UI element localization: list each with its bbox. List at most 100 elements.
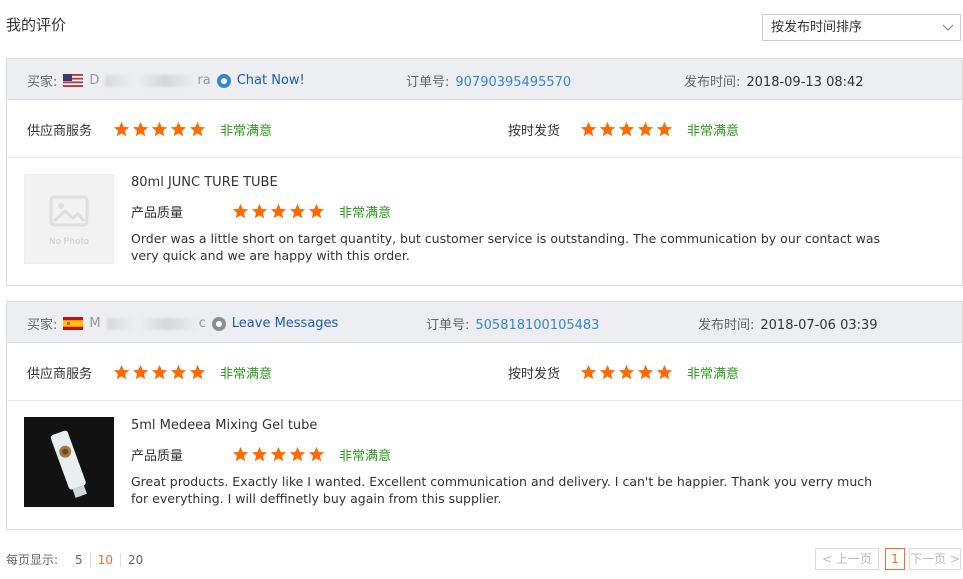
buyer-name-blurred [106,317,197,330]
star-icon [251,446,268,462]
es-flag-icon [63,317,84,330]
product-quality-label: 产品质量 [131,449,184,464]
star-icon [232,203,249,219]
product-photo [24,417,114,507]
order-info: 订单号: 505818100105483 [426,314,599,333]
page-title: 我的评价 [6,16,67,34]
star-icon [151,364,168,380]
product-quality-rating: 产品质量 非常满意 [131,202,391,221]
order-label: 订单号: [406,75,450,90]
pagination: < 上一页 1 下一页 > [815,548,961,570]
star-icon [113,121,130,137]
us-flag-icon [63,74,84,87]
star-icon [189,121,206,137]
star-rating [580,364,673,381]
supplier-service-rating: 供应商服务 非常满意 [27,120,272,139]
star-icon [308,446,325,462]
chevron-down-icon [942,24,954,31]
delivery-label: 按时发货 [508,367,561,382]
next-page-button[interactable]: 下一页 > [909,548,961,570]
star-icon [289,446,306,462]
star-icon [656,364,673,380]
star-rating [113,364,206,381]
buyer-name-blurred [105,74,196,87]
buyer-info: 买家: M c Leave Messages [27,314,338,333]
star-icon [170,364,187,380]
review-header: 买家: M c Leave Messages 订单号: 5058181001054… [7,302,962,343]
per-page-option-5[interactable]: 5 [68,553,90,567]
seller-ratings-row: 供应商服务 非常满意 按时发货 非常满意 [7,100,962,158]
star-icon [270,446,287,462]
chat-icon[interactable] [216,73,231,88]
product-thumbnail[interactable]: No Photo [24,174,114,264]
sort-selected-value: 按发布时间排序 [771,20,863,35]
star-icon [289,203,306,219]
product-quality-rating: 产品质量 非常满意 [131,445,391,464]
star-icon [232,446,249,462]
star-rating [113,121,206,138]
star-icon [151,121,168,137]
star-icon [251,203,268,219]
per-page-option-10[interactable]: 10 [89,552,120,567]
star-icon [637,364,654,380]
order-number-link[interactable]: 505818100105483 [475,318,599,333]
publish-label: 发布时间: [698,318,755,333]
product-name[interactable]: 80ml JUNC TURE TUBE [131,175,278,190]
review-comment: Order was a little short on target quant… [131,231,881,263]
publish-info: 发布时间: 2018-07-06 03:39 [698,314,878,333]
product-quality-label: 产品质量 [131,206,184,221]
product-name[interactable]: 5ml Medeea Mixing Gel tube [131,418,317,433]
per-page-option-20[interactable]: 20 [119,552,150,567]
per-page-label: 每页显示: [6,553,59,567]
buyer-label: 买家: [27,318,58,333]
star-icon [132,121,149,137]
leave-messages-link[interactable]: Leave Messages [232,316,339,331]
delivery-rating: 按时发货 非常满意 [508,363,739,382]
supplier-service-rating: 供应商服务 非常满意 [27,363,272,382]
star-icon [270,203,287,219]
publish-time: 2018-07-06 03:39 [760,318,878,333]
star-icon [132,364,149,380]
review-card: 买家: M c Leave Messages 订单号: 5058181001054… [6,301,963,530]
product-review: 5ml Medeea Mixing Gel tube 产品质量 非常满意 Gre… [7,401,962,529]
star-icon [656,121,673,137]
publish-label: 发布时间: [684,75,741,90]
per-page-selector: 每页显示: 5 10 20 [6,551,150,568]
prev-page-button[interactable]: < 上一页 [815,548,879,570]
star-icon [637,121,654,137]
buyer-name-suffix: ra [197,73,211,88]
order-info: 订单号: 90790395495570 [406,71,571,90]
sort-dropdown[interactable]: 按发布时间排序 [762,14,961,41]
satisfaction-text: 非常满意 [220,124,273,139]
star-rating [580,121,673,138]
supplier-service-label: 供应商服务 [27,367,93,382]
seller-ratings-row: 供应商服务 非常满意 按时发货 非常满意 [7,343,962,401]
review-comment: Great products. Exactly like I wanted. E… [131,474,873,506]
buyer-label: 买家: [27,75,58,90]
star-rating [232,446,325,463]
buyer-info: 买家: D ra Chat Now! [27,71,305,90]
product-thumbnail[interactable] [24,417,114,507]
star-icon [113,364,130,380]
satisfaction-text: 非常满意 [687,367,740,382]
current-page[interactable]: 1 [885,548,905,570]
product-review: No Photo 80ml JUNC TURE TUBE 产品质量 非常满意 O… [7,158,962,286]
no-photo-icon: No Photo [49,195,89,246]
satisfaction-text: 非常满意 [339,206,392,221]
message-icon[interactable] [211,316,226,331]
chat-now-link[interactable]: Chat Now! [237,73,305,88]
delivery-label: 按时发货 [508,124,561,139]
star-icon [599,121,616,137]
buyer-name-initial: D [89,73,100,88]
publish-info: 发布时间: 2018-09-13 08:42 [684,71,864,90]
satisfaction-text: 非常满意 [220,367,273,382]
publish-time: 2018-09-13 08:42 [746,75,864,90]
star-icon [618,364,635,380]
order-label: 订单号: [426,318,470,333]
star-icon [170,121,187,137]
svg-text:No Photo: No Photo [49,236,89,246]
order-number-link[interactable]: 90790395495570 [455,75,571,90]
star-icon [189,364,206,380]
buyer-name-suffix: c [198,316,206,331]
star-icon [618,121,635,137]
